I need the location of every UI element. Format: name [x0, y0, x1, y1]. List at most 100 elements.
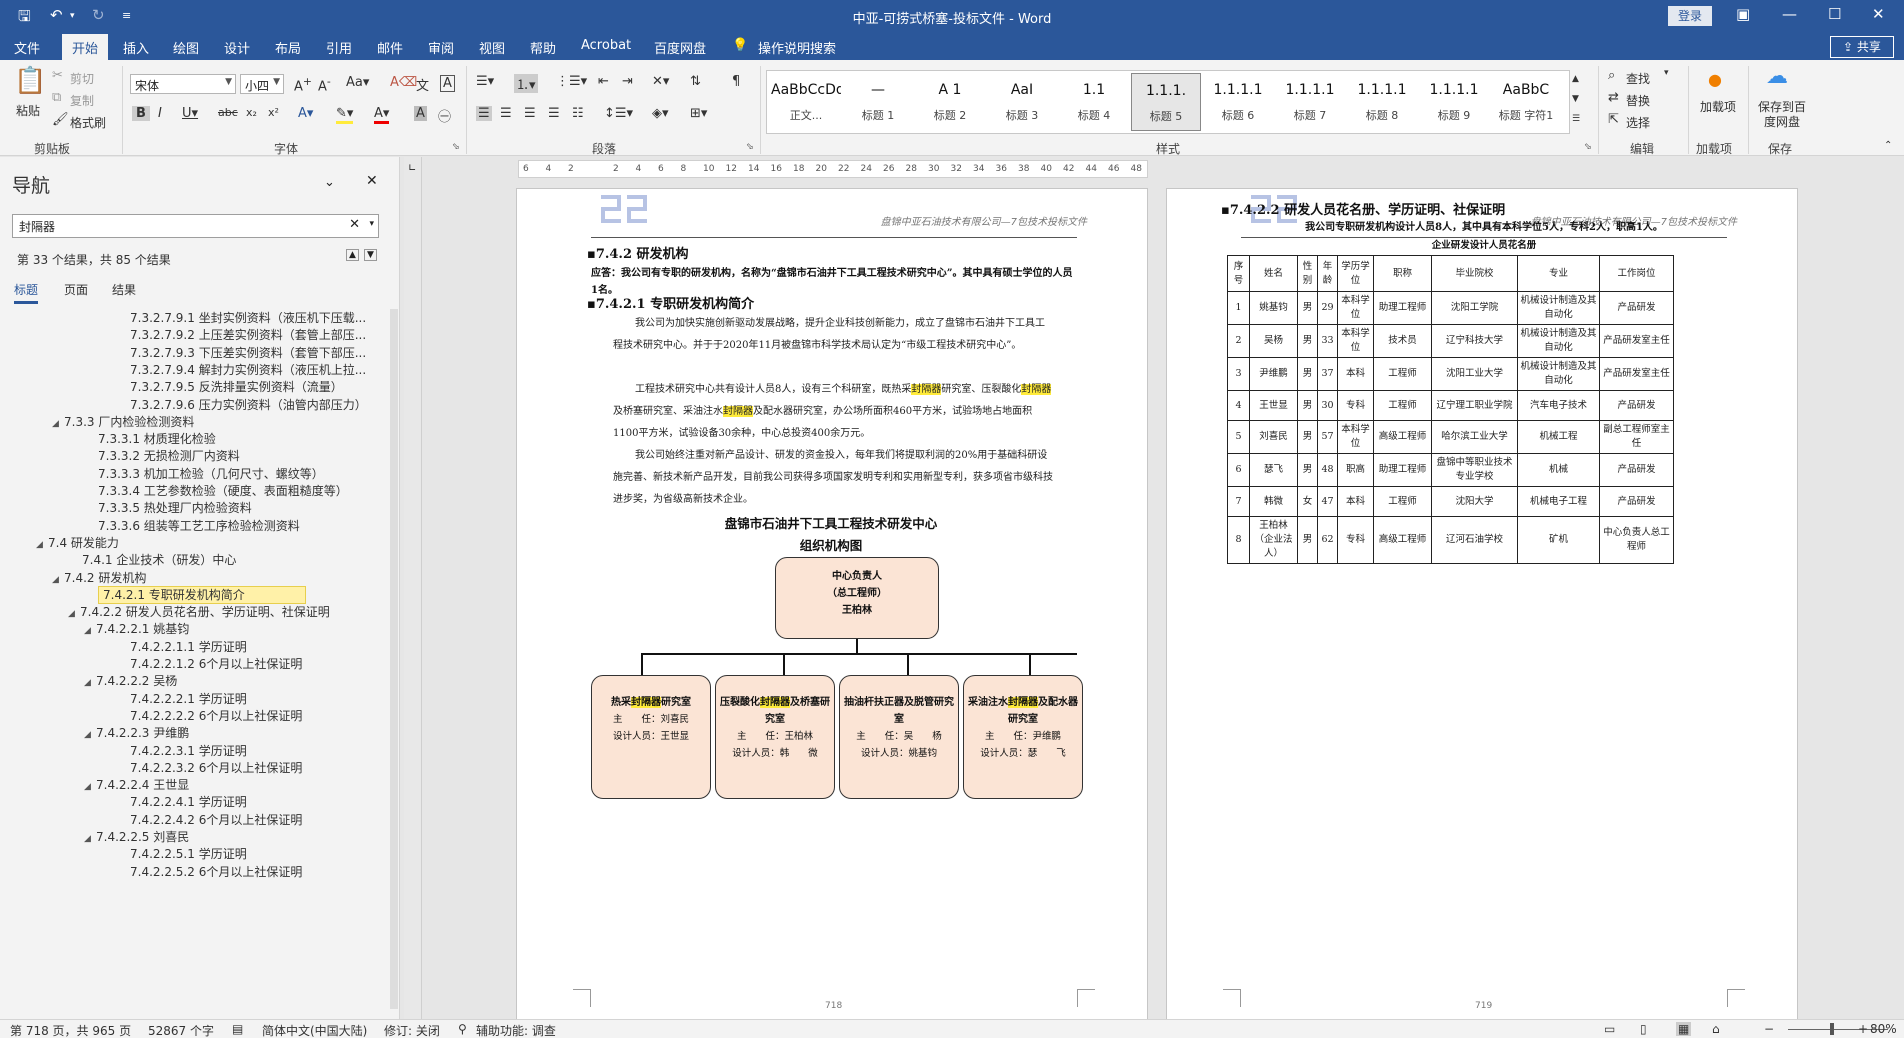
tab-baidu-netdisk[interactable]: 百度网盘 — [654, 38, 706, 57]
page-count-status[interactable]: 第 718 页，共 965 页 — [10, 1022, 131, 1038]
staff-summary[interactable]: 我公司专职研发机构设计人员8人，其中具有本科学位5人，专科2人，职高1人。 — [1241, 219, 1727, 236]
gallery-up-icon[interactable]: ▲ — [1572, 74, 1579, 84]
subscript-icon[interactable]: x₂ — [246, 106, 257, 119]
font-name-combo[interactable]: 宋体 ▼ — [130, 74, 236, 94]
style-item[interactable]: AaBbC 标题 字符1 — [1491, 73, 1561, 131]
line-spacing-icon[interactable]: ↕☰▾ — [604, 106, 633, 121]
gallery-down-icon[interactable]: ▼ — [1572, 94, 1579, 104]
format-painter-icon[interactable]: 🖌 — [52, 112, 69, 127]
tab-selector-icon[interactable]: ∟ — [408, 163, 416, 174]
align-left-icon[interactable]: ☰ — [476, 106, 492, 121]
copy-button[interactable]: 复制 — [70, 92, 94, 109]
distributed-icon[interactable]: ☷ — [572, 106, 584, 121]
share-button[interactable]: ⇪ 共享 — [1830, 36, 1894, 58]
table-row[interactable]: 3 尹维鹏男 37 本科 工程师 沈阳工业大学 机械设计制造及其自动化 产品研发室主任 — [1227, 357, 1674, 391]
nav-tab-headings[interactable]: 标题 — [14, 281, 39, 304]
collapse-triangle-icon[interactable]: ◢ — [52, 419, 64, 429]
chevron-down-icon[interactable]: ▾ — [1664, 68, 1669, 78]
select-icon[interactable]: ⇱ — [1608, 112, 1619, 127]
tab-view[interactable]: 视图 — [479, 38, 505, 57]
save-to-baidu-button[interactable]: 保存到百度网盘 — [1754, 100, 1810, 130]
chevron-down-icon[interactable]: ⌄ — [324, 175, 335, 190]
cut-icon[interactable]: ✂ — [52, 68, 63, 83]
replace-icon[interactable]: ⇄ — [1608, 90, 1619, 105]
heading-7-4-2-2[interactable]: ▪7.4.2.2 研发人员花名册、学历证明、社保证明 — [1221, 199, 1505, 218]
language-status[interactable]: 简体中文(中国大陆) — [262, 1022, 367, 1038]
enclose-characters-icon[interactable]: ㊀ — [438, 106, 451, 125]
heading-7-4-2-1[interactable]: ▪7.4.2.1 专职研发机构简介 — [587, 293, 754, 312]
addin-icon[interactable]: ● — [1708, 70, 1722, 89]
style-item[interactable]: — 标题 1 — [843, 73, 913, 131]
show-marks-icon[interactable]: ¶ — [732, 74, 740, 89]
font-color-icon[interactable]: A▾ — [374, 106, 390, 124]
multilevel-list-icon[interactable]: ⋮☰▾ — [556, 74, 587, 89]
collapse-triangle-icon[interactable]: ◢ — [52, 575, 64, 585]
align-center-icon[interactable]: ☰ — [500, 106, 512, 121]
tab-draw[interactable]: 绘图 — [173, 38, 199, 57]
table-row[interactable]: 1 姚基钧男 29 本科学位 助理工程师 沈阳工学院 机械设计制造及其自动化 产品研发 — [1227, 291, 1674, 325]
copy-icon[interactable]: ⧉ — [52, 90, 61, 105]
grow-font-icon[interactable]: A+ — [294, 75, 312, 94]
style-item[interactable]: 1.1.1.1 标题 9 — [1419, 73, 1489, 131]
style-item[interactable]: AaI 标题 3 — [987, 73, 1057, 131]
collapse-ribbon-icon[interactable]: ⌃ — [1884, 140, 1892, 151]
org-unit-box[interactable]: 热采封隔器研究室 主 任：刘喜民 设计人员：王世显 — [591, 675, 711, 799]
org-unit-box[interactable]: 采油注水封隔器及配水器研究室 主 任：尹维鹏 设计人员：瑟 飞 — [963, 675, 1083, 799]
nav-scrollbar[interactable] — [390, 309, 398, 1009]
change-case-icon[interactable]: Aa▾ — [346, 75, 369, 90]
underline-icon[interactable]: U▾ — [182, 106, 198, 121]
collapse-triangle-icon[interactable]: ◢ — [84, 782, 96, 792]
paragraph-dialog-launcher-icon[interactable]: ⬂ — [746, 142, 754, 152]
zoom-out-icon[interactable]: − — [1764, 1022, 1774, 1036]
style-item[interactable]: 1.1 标题 4 — [1059, 73, 1129, 131]
tab-help[interactable]: 帮助 — [530, 38, 556, 57]
tab-design[interactable]: 设计 — [224, 38, 250, 57]
addins-button[interactable]: 加载项 — [1700, 100, 1736, 115]
track-changes-status[interactable]: 修订: 关闭 — [384, 1022, 440, 1038]
select-button[interactable]: 选择 — [1626, 114, 1650, 131]
style-item[interactable]: AaBbCcDdI 正文... — [771, 73, 841, 131]
character-border-icon[interactable]: A — [440, 75, 455, 92]
table-row[interactable]: 8 王柏林（企业法人）男 62 专科 高级工程师 辽河石油学校 矿机 中心负责人总工程师 — [1227, 516, 1674, 564]
close-icon[interactable]: ✕ — [1872, 5, 1885, 23]
intro-paragraph-2[interactable]: 工程技术研究中心共有设计人员8人，设有三个科研室，既热采封隔器研究室、压裂酸化封… — [613, 379, 1053, 445]
justify-icon[interactable]: ☰ — [548, 106, 560, 121]
sort-icon[interactable]: ⇅ — [690, 74, 701, 89]
accessibility-status[interactable]: 辅助功能: 调查 — [476, 1022, 556, 1038]
style-item[interactable]: 1.1.1.1 标题 8 — [1347, 73, 1417, 131]
italic-icon[interactable]: I — [158, 106, 162, 121]
tab-mailings[interactable]: 邮件 — [377, 38, 403, 57]
style-item[interactable]: A 1 标题 2 — [915, 73, 985, 131]
font-size-combo[interactable]: 小四 ▼ — [240, 74, 284, 94]
login-button[interactable]: 登录 — [1668, 6, 1712, 26]
focus-mode-icon[interactable]: ▭ — [1604, 1022, 1615, 1036]
intro-paragraph-3[interactable]: 我公司始终注重对新产品设计、研发的资金投入，每年我们将提取利润的20%用于基础科… — [613, 445, 1053, 511]
clear-search-icon[interactable]: ✕ — [349, 217, 360, 232]
find-icon[interactable]: ⌕ — [1608, 68, 1615, 83]
ribbon-display-options-icon[interactable]: ▣ — [1736, 5, 1750, 23]
collapse-triangle-icon[interactable]: ◢ — [84, 834, 96, 844]
superscript-icon[interactable]: x² — [268, 106, 279, 119]
word-count-status[interactable]: 52867 个字 — [148, 1022, 214, 1038]
maximize-icon[interactable]: ☐ — [1828, 5, 1841, 23]
bullets-icon[interactable]: ☰▾ — [476, 74, 494, 89]
zoom-in-icon[interactable]: + — [1858, 1022, 1868, 1036]
staff-roster-table[interactable]: 序号 姓名 性别 年龄 学历学位 职称 毕业院校 专业 工作岗位 1 姚基钧男 29 本科学位 助理工程… — [1227, 255, 1674, 564]
style-item[interactable]: 1.1.1.1 标题 6 — [1203, 73, 1273, 131]
find-button[interactable]: 查找 — [1626, 70, 1650, 87]
text-effects-icon[interactable]: A▾ — [298, 106, 313, 121]
shrink-font-icon[interactable]: A- — [318, 75, 331, 94]
heading-7-4-2[interactable]: ▪7.4.2 研发机构 — [587, 243, 689, 262]
tab-layout[interactable]: 布局 — [275, 38, 301, 57]
numbering-icon[interactable]: ⒈▾ — [514, 74, 538, 93]
align-right-icon[interactable]: ☰ — [524, 106, 536, 121]
previous-result-icon[interactable]: ▲ — [346, 249, 359, 261]
borders-icon[interactable]: ⊞▾ — [690, 106, 707, 121]
chevron-down-icon[interactable]: ▾ — [369, 219, 374, 229]
phonetic-guide-icon[interactable]: 文 — [416, 75, 429, 94]
styles-dialog-launcher-icon[interactable]: ⬂ — [1584, 142, 1592, 152]
table-row[interactable]: 6 瑟飞男 48 职高 助理工程师 盘锦中等职业技术专业学校 机械 产品研发 — [1227, 453, 1674, 487]
strikethrough-icon[interactable]: abc — [218, 106, 238, 119]
table-row[interactable]: 5 刘喜民男 57 本科学位 高级工程师 哈尔滨工业大学 机械工程 副总工程师室主任 — [1227, 420, 1674, 454]
table-row[interactable]: 4 王世显男 30 专科 工程师 辽宁理工职业学院 汽车电子技术 产品研发 — [1227, 390, 1674, 421]
